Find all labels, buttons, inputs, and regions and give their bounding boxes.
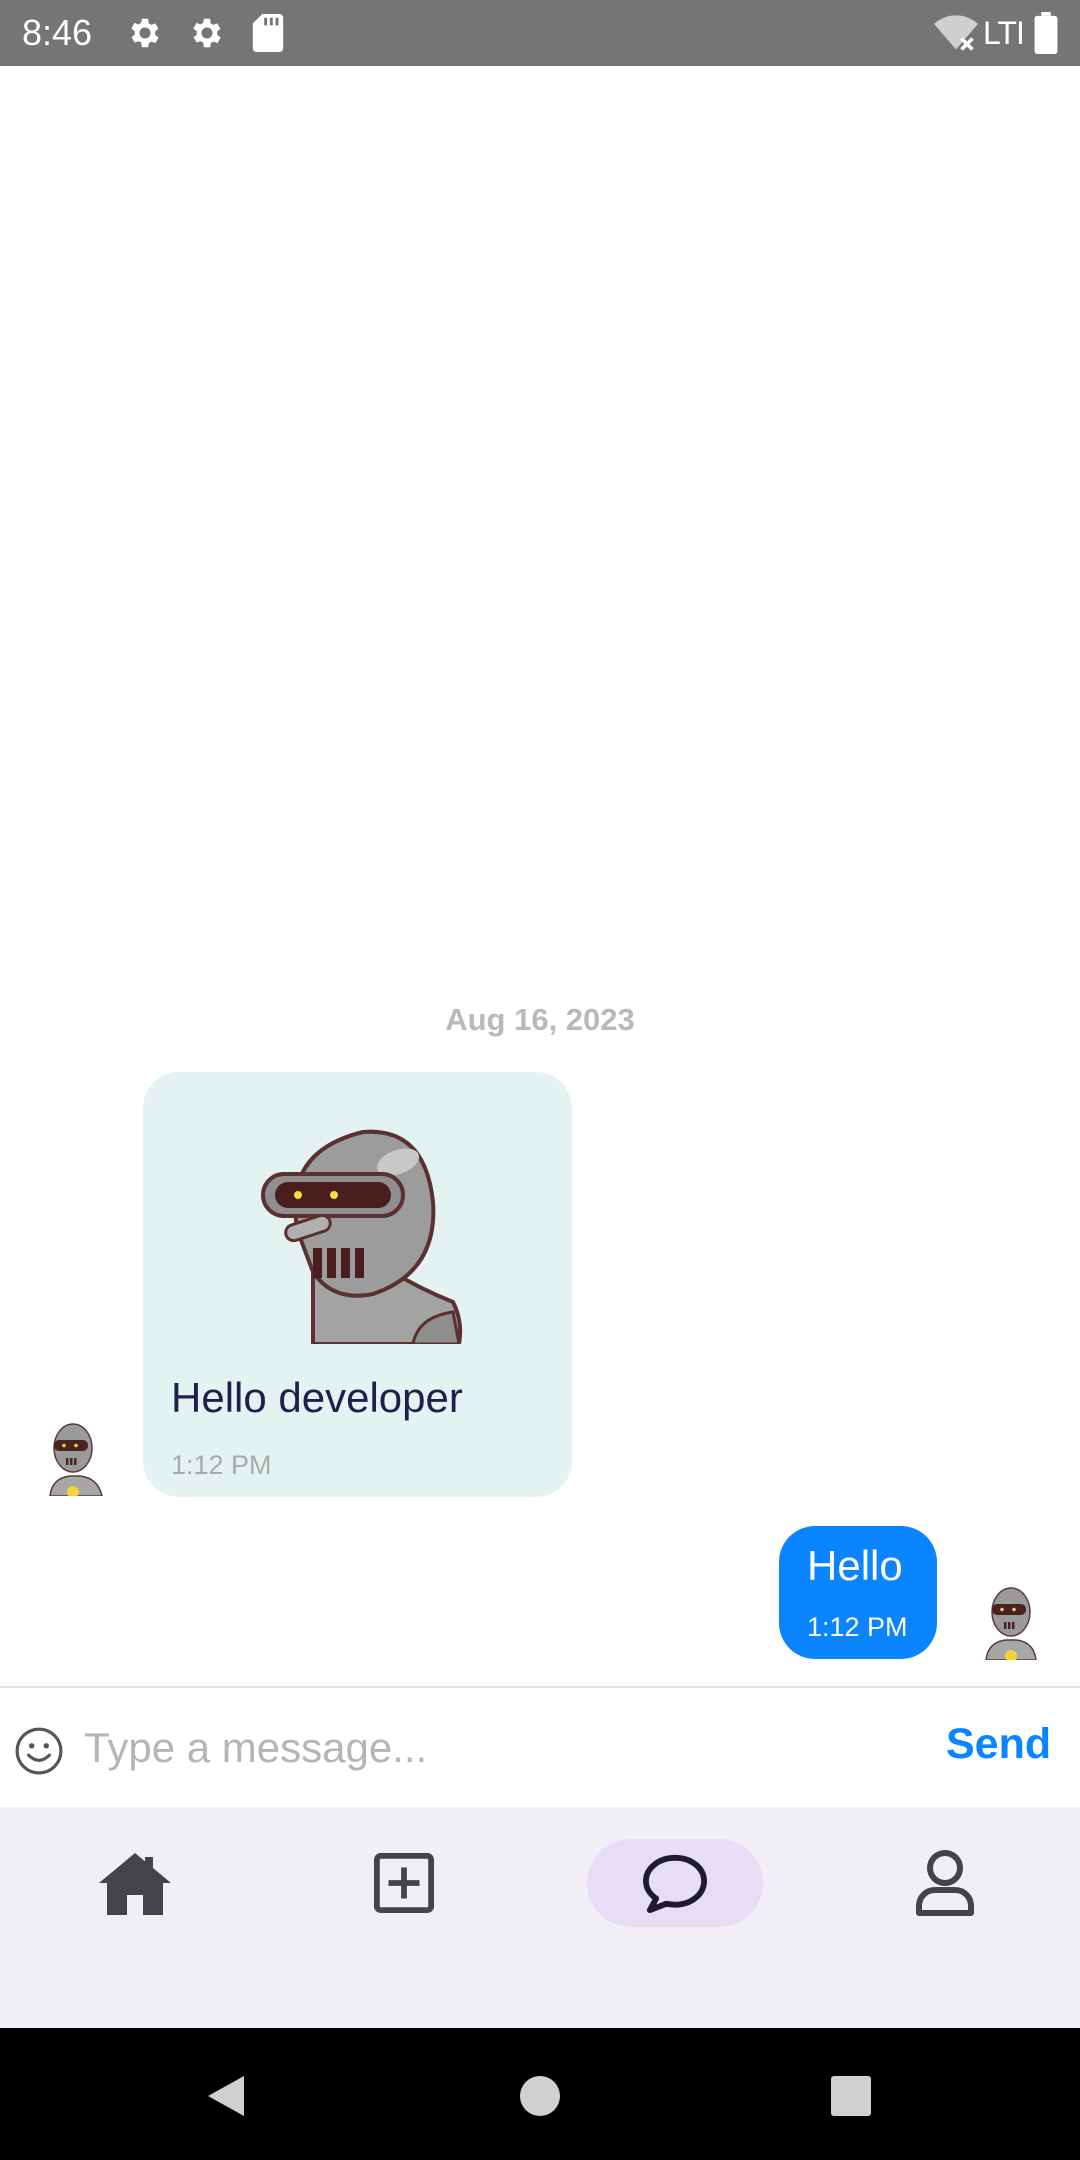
settings-icon [188,14,226,57]
home-circle-icon[interactable] [518,2074,562,2123]
nav-item-chat[interactable] [587,1839,763,1927]
status-time: 8:46 [22,12,93,53]
message-input[interactable] [84,1710,904,1786]
smiley-icon[interactable] [14,1726,64,1781]
message-text: Hello [807,1542,903,1589]
send-button[interactable]: Send [946,1720,1051,1769]
robot-avatar[interactable] [40,1420,106,1501]
message-time: 1:12 PM [807,1612,908,1642]
settings-icon [126,14,164,57]
back-icon[interactable] [204,2072,248,2125]
message-text: Hello developer [171,1374,463,1421]
outgoing-message-bubble[interactable]: Hello 1:12 PM [779,1526,937,1659]
network-label: LTI [983,15,1025,51]
status-bar: 8:46 LTI [0,0,1080,66]
sd-card-icon [252,14,284,57]
nav-item-add[interactable] [316,1839,492,1927]
nav-item-home[interactable] [47,1839,223,1927]
message-composer: Send [0,1686,1080,1809]
nav-item-profile[interactable] [857,1839,1033,1927]
battery-icon [1034,12,1058,59]
message-time: 1:12 PM [171,1450,272,1480]
robot-avatar[interactable] [978,1584,1044,1665]
robot-sticker [253,1112,463,1349]
recents-icon[interactable] [829,2074,873,2123]
bottom-navigation [0,1807,1080,2028]
system-navigation-bar [0,2028,1080,2160]
date-separator: Aug 16, 2023 [445,1002,635,1037]
wifi-off-icon [934,14,978,57]
incoming-message-bubble[interactable]: Hello developer 1:12 PM [143,1072,572,1497]
